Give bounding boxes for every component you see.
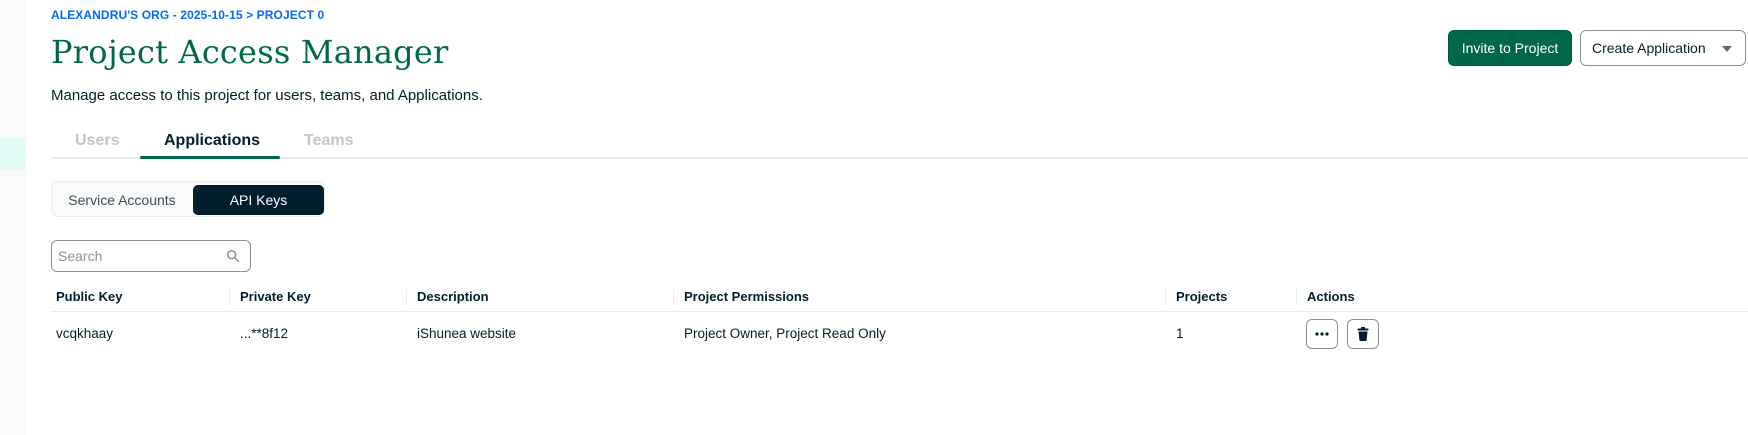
search-box (51, 240, 251, 272)
trash-icon (1357, 327, 1369, 341)
cell-description: iShunea website (417, 326, 517, 341)
application-type-toggle: Service Accounts API Keys (51, 181, 325, 217)
segment-service-accounts[interactable]: Service Accounts (55, 185, 189, 215)
breadcrumb[interactable]: ALEXANDRU'S ORG - 2025-10-15 > PROJECT 0 (51, 8, 324, 22)
tab-users[interactable]: Users (75, 132, 119, 150)
tab-bar: Users Applications Teams (51, 125, 1748, 159)
column-header-private-key: Private Key (229, 289, 311, 305)
api-keys-table: Public Key Private Key Description Proje… (51, 282, 1748, 358)
row-more-actions-button[interactable] (1306, 319, 1338, 349)
search-icon (226, 249, 240, 263)
column-header-project-permissions: Project Permissions (673, 289, 809, 305)
cell-project-permissions: Project Owner, Project Read Only (684, 326, 886, 341)
column-header-description: Description (406, 289, 489, 305)
segment-api-keys[interactable]: API Keys (193, 185, 324, 215)
cell-public-key: vcqkhaay (56, 326, 114, 341)
page-subtitle: Manage access to this project for users,… (51, 87, 483, 104)
caret-down-icon (1722, 46, 1732, 52)
page-title: Project Access Manager (51, 33, 449, 71)
table-row: vcqkhaay ...**8f12 iShunea website Proje… (51, 312, 1748, 358)
column-header-actions: Actions (1296, 289, 1355, 305)
left-nav-rail (0, 0, 26, 435)
tab-teams[interactable]: Teams (304, 132, 354, 150)
left-nav-active-indicator (0, 138, 26, 170)
column-header-projects: Projects (1165, 289, 1227, 305)
column-header-public-key: Public Key (56, 289, 123, 304)
create-application-label: Create Application (1592, 40, 1706, 56)
table-header: Public Key Private Key Description Proje… (51, 282, 1748, 312)
create-application-button[interactable]: Create Application (1580, 30, 1746, 66)
tab-applications[interactable]: Applications (164, 132, 260, 150)
ellipsis-icon (1315, 332, 1329, 336)
cell-projects: 1 (1176, 326, 1184, 341)
invite-to-project-button[interactable]: Invite to Project (1448, 30, 1572, 66)
cell-private-key: ...**8f12 (240, 326, 289, 341)
active-tab-indicator (140, 156, 280, 159)
search-input[interactable] (58, 245, 218, 267)
row-delete-button[interactable] (1347, 319, 1379, 349)
